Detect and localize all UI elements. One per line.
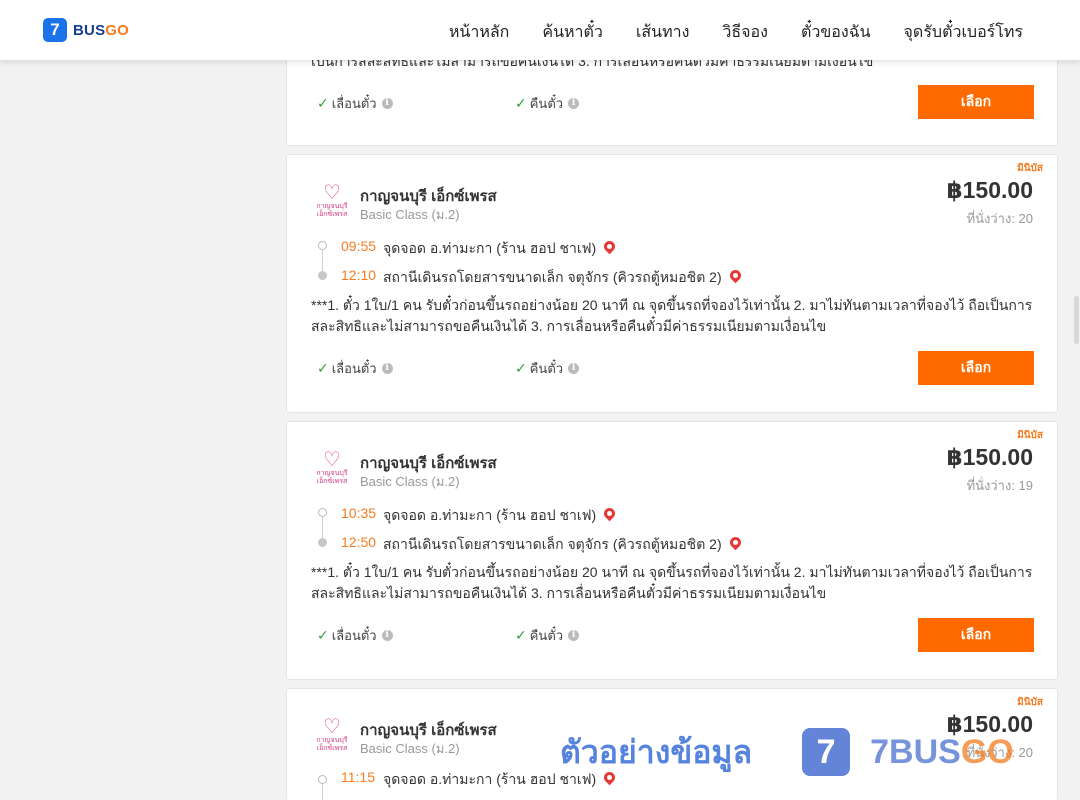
info-icon[interactable]: i: [568, 630, 580, 641]
operator-logo: ♡ กาญจนบุรี เอ็กซ์เพรส: [314, 717, 350, 755]
map-pin-icon[interactable]: [601, 238, 618, 255]
brand-logo-icon: 7: [43, 18, 67, 42]
change-ticket-feature: ✓ เลื่อนตั๋ว i: [317, 358, 393, 379]
minibus-tag: มินิบัส: [1017, 697, 1043, 708]
select-button[interactable]: เลือก: [918, 351, 1034, 385]
operator-logo: ♡ กาญจนบุรี เอ็กซ์เพรส: [314, 183, 350, 221]
select-button[interactable]: เลือก: [918, 85, 1034, 119]
nav-item-my-tickets[interactable]: ตั๋วของฉัน: [801, 20, 871, 45]
nav-item-ticket-pickup[interactable]: จุดรับตั๋วเบอร์โทร: [904, 20, 1023, 45]
map-pin-icon[interactable]: [727, 267, 743, 284]
nav-item-how-to-book[interactable]: วิธีจอง: [722, 20, 768, 45]
check-icon: ✓: [515, 627, 527, 643]
arrive-dot: [318, 538, 327, 547]
bus-class: Basic Class (ม.2): [360, 741, 460, 756]
arrive-time: 12:10: [341, 267, 377, 283]
change-ticket-feature: ✓ เลื่อนตั๋ว i: [317, 625, 393, 646]
check-icon: ✓: [515, 360, 527, 376]
info-icon[interactable]: i: [568, 98, 580, 109]
nav-menu: หน้าหลัก ค้นหาตั๋ว เส้นทาง วิธีจอง ตั๋วข…: [449, 20, 1023, 45]
minibus-tag: มินิบัส: [1017, 430, 1043, 441]
depart-dot: [318, 775, 327, 784]
refund-ticket-feature: ✓ คืนตั๋ว i: [515, 93, 580, 114]
brand-name: BUSGO: [73, 21, 130, 39]
info-icon[interactable]: i: [381, 363, 393, 374]
ticket-price: ฿150.00: [946, 711, 1033, 737]
depart-dot: [318, 508, 327, 517]
trip-note: ***1. ตั๋ว 1ใบ/1 คน รับตั๋วก่อนขึ้นรถอย่…: [311, 564, 1033, 601]
check-icon: ✓: [317, 627, 329, 643]
trip-card: มินิบัส ♡ กาญจนบุรี เอ็กซ์เพรส กาญจนบุรี…: [286, 421, 1058, 680]
info-icon[interactable]: i: [568, 363, 580, 374]
depart-time: 10:35: [341, 505, 377, 521]
nav-item-routes[interactable]: เส้นทาง: [636, 20, 690, 45]
operator-logo: ♡ กาญจนบุรี เอ็กซ์เพรส: [314, 450, 350, 488]
arrive-dot: [318, 271, 327, 280]
info-icon[interactable]: i: [381, 98, 393, 109]
check-icon: ✓: [515, 95, 527, 111]
heart-icon: ♡: [323, 449, 341, 471]
timeline-line: [322, 516, 323, 538]
map-pin-icon[interactable]: [727, 534, 743, 551]
refund-ticket-feature: ✓ คืนตั๋ว i: [515, 358, 580, 379]
ticket-price: ฿150.00: [946, 444, 1033, 470]
minibus-tag: มินิบัส: [1017, 163, 1043, 174]
scrollbar-thumb[interactable]: [1074, 296, 1079, 344]
depart-place: จุดจอด อ.ท่ามะกา (ร้าน ฮอป ชาเฟ): [383, 769, 618, 791]
timeline-line: [322, 783, 323, 800]
arrive-time: 12:50: [341, 534, 377, 550]
seats-available: ที่นั่งว่าง: 20: [966, 745, 1033, 760]
map-pin-icon[interactable]: [601, 505, 618, 522]
seats-available: ที่นั่งว่าง: 19: [966, 478, 1033, 493]
trip-note: ***1. ตั๋ว 1ใบ/1 คน รับตั๋วก่อนขึ้นรถอย่…: [311, 297, 1033, 334]
nav-item-home[interactable]: หน้าหลัก: [449, 20, 510, 45]
bus-class: Basic Class (ม.2): [360, 207, 460, 222]
depart-place: จุดจอด อ.ท่ามะกา (ร้าน ฮอป ชาเฟ): [383, 505, 618, 527]
refund-ticket-feature: ✓ คืนตั๋ว i: [515, 625, 580, 646]
ticket-price: ฿150.00: [946, 177, 1033, 203]
arrive-place: สถานีเดินรถโดยสารขนาดเล็ก จตุจักร (คิวรถ…: [383, 267, 743, 289]
arrive-place: สถานีเดินรถโดยสารขนาดเล็ก จตุจักร (คิวรถ…: [383, 534, 743, 556]
depart-place: จุดจอด อ.ท่ามะกา (ร้าน ฮอป ชาเฟ): [383, 238, 618, 260]
depart-time: 11:15: [341, 769, 375, 785]
select-button[interactable]: เลือก: [918, 618, 1034, 652]
depart-dot: [318, 241, 327, 250]
bus-class: Basic Class (ม.2): [360, 474, 460, 489]
map-pin-icon[interactable]: [601, 769, 618, 786]
check-icon: ✓: [317, 95, 329, 111]
change-ticket-feature: ✓ เลื่อนตั๋ว i: [317, 93, 393, 114]
heart-icon: ♡: [323, 716, 341, 738]
heart-icon: ♡: [323, 182, 341, 204]
page-scrollbar[interactable]: [1072, 60, 1080, 800]
brand-logo[interactable]: 7 BUSGO: [43, 18, 129, 42]
trip-card: มินิบัส ♡ กาญจนบุรี เอ็กซ์เพรส กาญจนบุรี…: [286, 688, 1058, 800]
seats-available: ที่นั่งว่าง: 20: [966, 211, 1033, 226]
info-icon[interactable]: i: [381, 630, 393, 641]
trip-card: มินิบัส ♡ กาญจนบุรี เอ็กซ์เพรส กาญจนบุรี…: [286, 154, 1058, 413]
depart-time: 09:55: [341, 238, 377, 254]
check-icon: ✓: [317, 360, 329, 376]
timeline-line: [322, 249, 323, 271]
nav-item-search-tickets[interactable]: ค้นหาตั๋ว: [542, 20, 603, 45]
top-navbar: 7 BUSGO หน้าหลัก ค้นหาตั๋ว เส้นทาง วิธีจ…: [0, 0, 1080, 60]
